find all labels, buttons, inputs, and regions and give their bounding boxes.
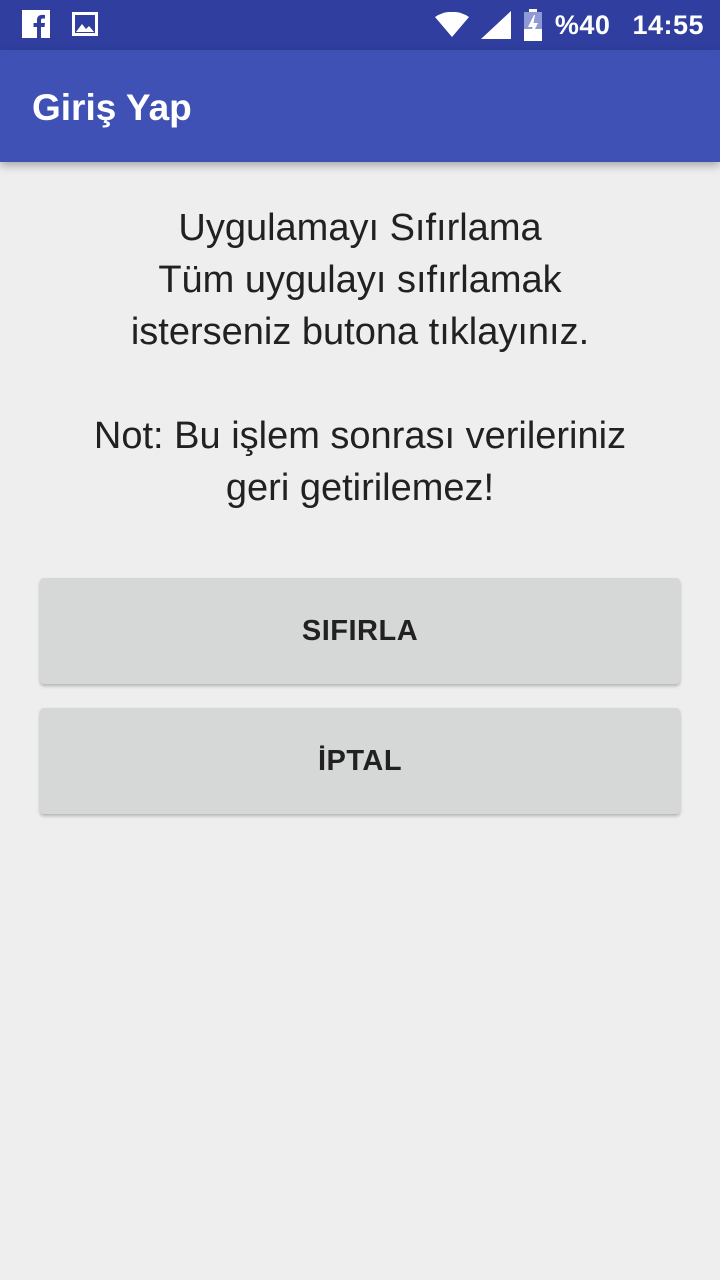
system-status: %40 14:55 (434, 0, 704, 50)
battery-percentage: %40 (554, 9, 611, 40)
facebook-icon (22, 10, 50, 38)
clock: 14:55 (632, 9, 704, 40)
wifi-icon (434, 12, 469, 38)
battery-charging-icon (523, 9, 543, 41)
page-title: Giriş Yap (32, 87, 192, 128)
signal-icon (480, 11, 511, 39)
reset-button[interactable]: SIFIRLA (40, 578, 680, 684)
reset-message: Uygulamayı Sıfırlama Tüm uygulayı sıfırl… (93, 207, 627, 509)
status-bar: %40 14:55 (0, 0, 720, 50)
image-icon (72, 11, 98, 37)
app-bar: Giriş Yap (0, 50, 720, 162)
notification-icons (22, 10, 98, 38)
cancel-button[interactable]: İPTAL (40, 708, 680, 814)
